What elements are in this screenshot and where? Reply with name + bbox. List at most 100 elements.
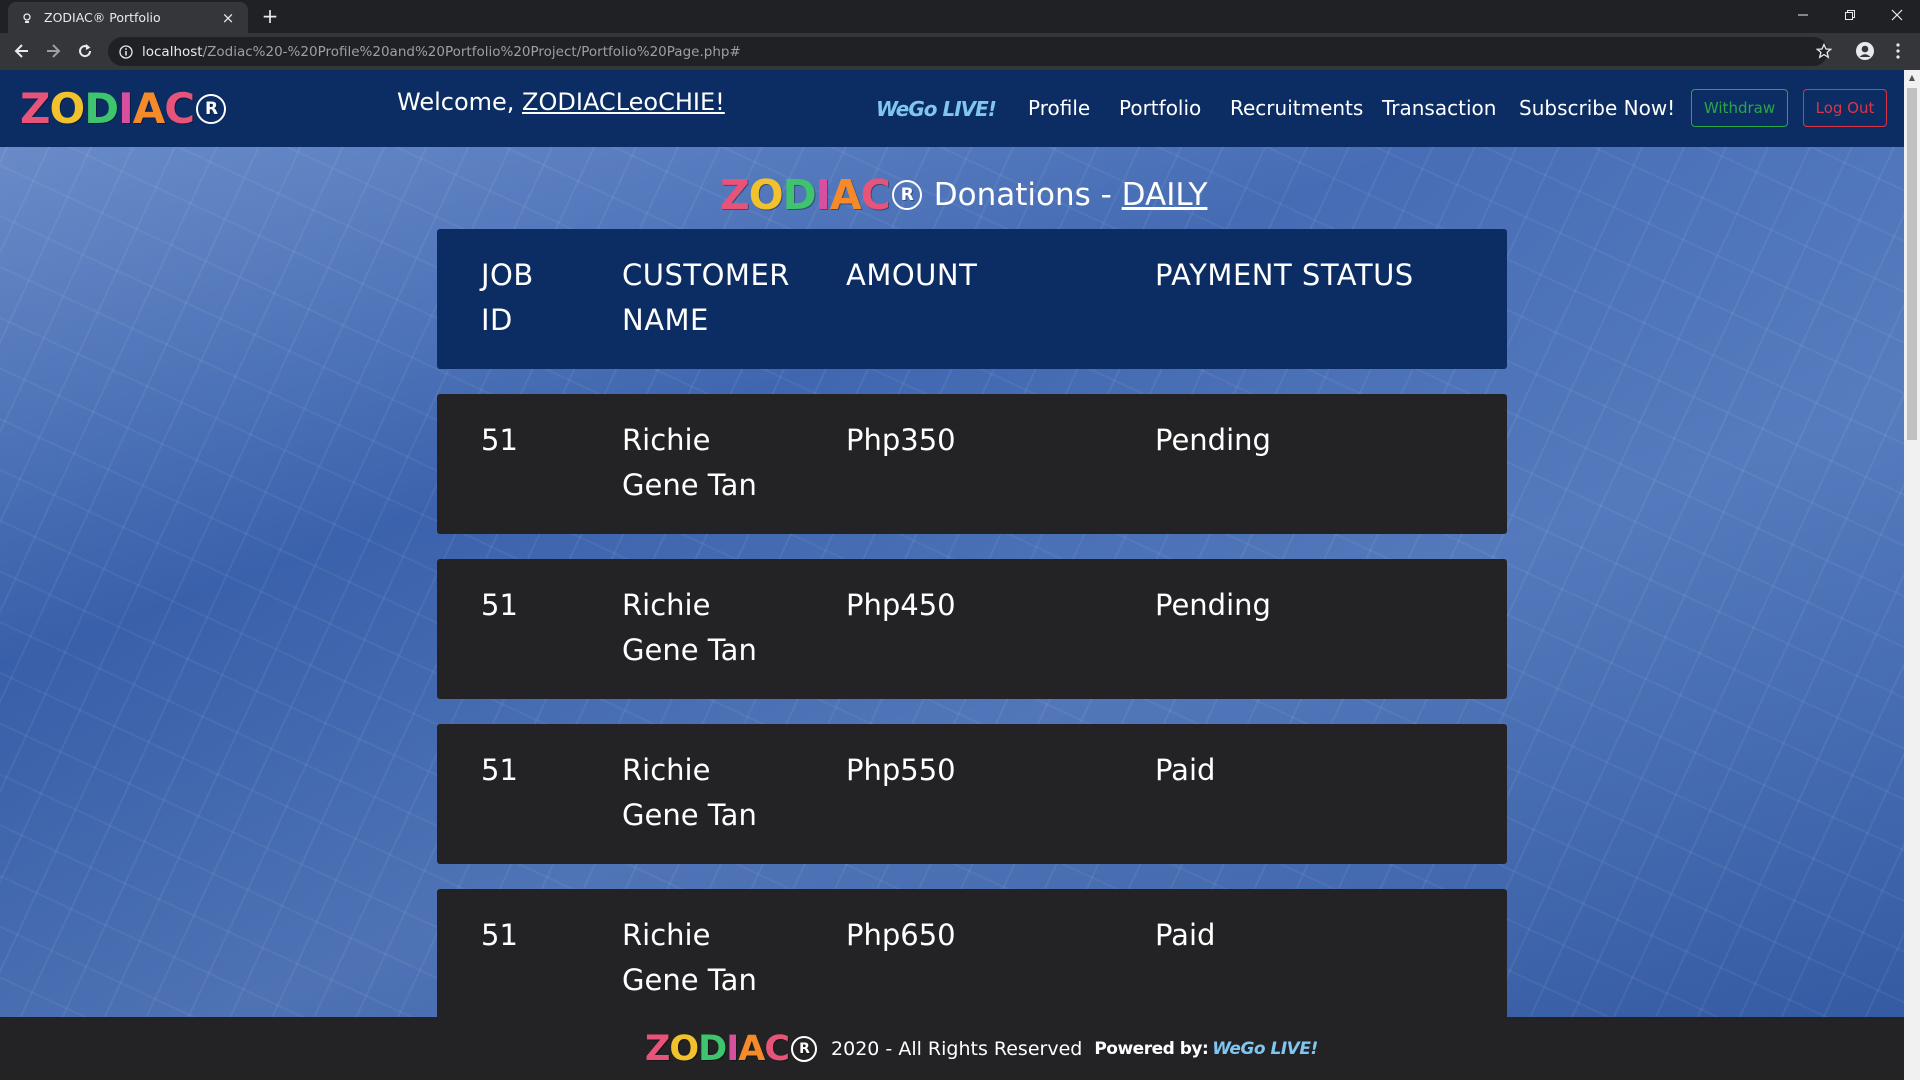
customer-line: Richie [622, 588, 711, 622]
cell-payment-status: Pending [1155, 588, 1271, 622]
logo-letter: I [815, 171, 831, 219]
copyright-text: 2020 - All Rights Reserved [831, 1038, 1083, 1060]
cell-amount: Php550 [846, 753, 956, 787]
customer-line: Richie [622, 918, 711, 952]
customer-line: Gene Tan [622, 798, 757, 832]
table-row: 51 Richie Gene Tan Php350 Pending [437, 394, 1507, 534]
scroll-up-arrow-icon[interactable]: ▲ [1904, 70, 1920, 86]
zodiac-logo[interactable]: ZODIACR [20, 84, 227, 133]
bookmark-star-icon[interactable] [1812, 39, 1836, 63]
logo-letter: D [782, 171, 817, 219]
logo-letter: C [860, 171, 891, 219]
restore-icon[interactable] [1827, 0, 1873, 30]
browser-toolbar: localhost /Zodiac%20-%20Profile%20and%20… [0, 33, 1920, 70]
nav-link-subscribe[interactable]: Subscribe Now! [1519, 96, 1675, 120]
customer-line: Gene Tan [622, 963, 757, 997]
period-link[interactable]: DAILY [1122, 177, 1208, 213]
site-footer: ZODIACR 2020 - All Rights Reserved Power… [0, 1017, 1904, 1080]
cell-payment-status: Paid [1155, 753, 1216, 787]
nav-link-recruitments[interactable]: Recruitments [1230, 96, 1363, 120]
tab-title: ZODIAC® Portfolio [44, 10, 161, 25]
footer-content: ZODIACR 2020 - All Rights Reserved Power… [645, 1029, 1318, 1069]
withdraw-button[interactable]: Withdraw [1691, 89, 1788, 127]
header-text: JOB [481, 258, 534, 292]
browser-menu-icon[interactable] [1886, 39, 1910, 63]
customer-line: Gene Tan [622, 633, 757, 667]
customer-line: Gene Tan [622, 468, 757, 502]
customer-line: Richie [622, 753, 711, 787]
header-text: CUSTOMER [622, 258, 790, 292]
close-window-icon[interactable] [1874, 0, 1920, 30]
welcome-prefix: Welcome, [397, 88, 523, 116]
nav-link-profile[interactable]: Profile [1028, 96, 1090, 120]
heading-prefix: Donations - [933, 177, 1122, 213]
page-viewport: ZODIACR Welcome, ZODIACLeoCHIE! WeGo LIV… [0, 70, 1904, 1080]
cell-customer-name: Richie Gene Tan [622, 748, 822, 838]
logo-letter: C [164, 84, 195, 133]
reload-icon[interactable] [71, 37, 99, 65]
header-customer-name: CUSTOMER NAME [622, 253, 822, 343]
cell-customer-name: Richie Gene Tan [622, 418, 822, 508]
table-row: 51 Richie Gene Tan Php550 Paid [437, 724, 1507, 864]
welcome-message: Welcome, ZODIACLeoCHIE! [397, 88, 725, 116]
nav-link-transaction[interactable]: Transaction [1382, 96, 1496, 120]
registered-mark-icon: R [196, 93, 227, 124]
wego-live-footer-logo[interactable]: WeGo LIVE! [1212, 1039, 1318, 1059]
minimize-icon[interactable] [1780, 0, 1826, 30]
donations-heading: Donations - DAILY [934, 177, 1208, 213]
username-link[interactable]: ZODIACLeoCHIE! [522, 88, 725, 116]
cell-job-id: 51 [481, 918, 518, 952]
header-amount: AMOUNT [846, 253, 1126, 298]
header-text: ID [481, 303, 513, 337]
browser-tab[interactable]: ZODIAC® Portfolio × [8, 2, 248, 33]
header-job-id: JOB ID [481, 253, 601, 343]
nav-link-portfolio[interactable]: Portfolio [1119, 96, 1201, 120]
cell-job-id: 51 [481, 423, 518, 457]
customer-line: Richie [622, 423, 711, 457]
header-payment-status: PAYMENT STATUS [1155, 253, 1485, 298]
logo-letter: O [669, 1029, 699, 1069]
cell-amount: Php350 [846, 423, 956, 457]
scrollbar-thumb[interactable] [1907, 88, 1917, 440]
new-tab-button[interactable]: + [258, 5, 282, 29]
table-row: 51 Richie Gene Tan Php650 Paid [437, 889, 1507, 1029]
cell-customer-name: Richie Gene Tan [622, 583, 822, 673]
site-navbar: ZODIACR Welcome, ZODIACLeoCHIE! WeGo LIV… [0, 70, 1904, 147]
cell-job-id: 51 [481, 753, 518, 787]
cell-amount: Php450 [846, 588, 956, 622]
logo-letter: Z [720, 171, 750, 219]
registered-mark-icon: R [791, 1036, 818, 1062]
cell-amount: Php650 [846, 918, 956, 952]
close-tab-icon[interactable]: × [220, 9, 236, 27]
site-info-icon[interactable] [118, 44, 134, 60]
favicon-icon [20, 11, 34, 25]
back-icon[interactable] [8, 37, 36, 65]
logo-letter: Z [20, 84, 50, 133]
logo-letter: A [829, 171, 862, 219]
registered-mark-icon: R [891, 180, 922, 210]
logo-letter: C [764, 1029, 790, 1069]
profile-avatar-icon[interactable] [1853, 39, 1877, 63]
browser-tab-strip: ZODIAC® Portfolio × + [0, 0, 1920, 33]
logo-letter: O [748, 171, 784, 219]
zodiac-logo-footer: ZODIACR [645, 1029, 818, 1069]
header-text: PAYMENT STATUS [1155, 258, 1414, 292]
logo-letter: A [738, 1029, 765, 1069]
url-path: /Zodiac%20-%20Profile%20and%20Portfolio%… [202, 43, 741, 60]
table-header: JOB ID CUSTOMER NAME AMOUNT PAYMENT STAT… [437, 229, 1507, 369]
logo-letter: O [49, 84, 85, 133]
page-title: ZODIACR Donations - DAILY [720, 170, 1207, 220]
logo-letter: I [726, 1029, 739, 1069]
header-text: NAME [622, 303, 709, 337]
address-bar[interactable]: localhost /Zodiac%20-%20Profile%20and%20… [108, 37, 1828, 66]
cell-job-id: 51 [481, 588, 518, 622]
wego-live-logo[interactable]: WeGo LIVE! [876, 97, 997, 121]
zodiac-logo-small: ZODIACR [720, 171, 922, 219]
logo-letter: D [84, 84, 119, 133]
forward-icon[interactable] [39, 37, 67, 65]
cell-customer-name: Richie Gene Tan [622, 913, 822, 1003]
vertical-scrollbar[interactable]: ▲ [1904, 70, 1920, 1080]
logout-button[interactable]: Log Out [1803, 89, 1887, 127]
url-host: localhost [142, 43, 203, 60]
logo-letter: I [118, 84, 134, 133]
